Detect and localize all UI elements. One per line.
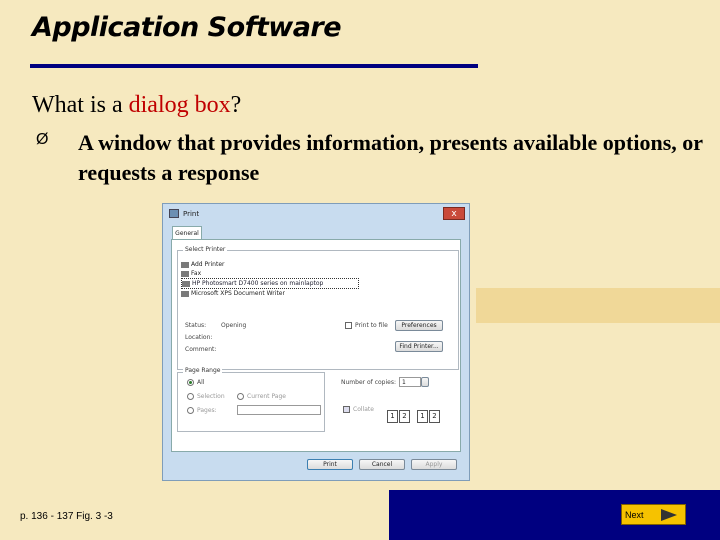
printer-item-selected[interactable]: HP Photosmart D7400 series on mainlaptop [181, 278, 359, 289]
collate-checkbox[interactable] [343, 406, 350, 413]
fax-icon [181, 270, 189, 277]
copies-label: Number of copies: [341, 379, 396, 386]
range-all-label: All [197, 379, 205, 386]
range-selection-label: Selection [197, 393, 225, 400]
collate-icon: 12 [417, 410, 441, 423]
question-highlight: dialog box [128, 92, 231, 118]
question-suffix: ? [230, 92, 242, 118]
print-to-file-label: Print to file [355, 322, 388, 329]
add-printer-icon [181, 261, 189, 268]
printer-item[interactable]: Fax [181, 269, 359, 278]
arrow-right-icon [661, 509, 677, 521]
apply-button[interactable]: Apply [411, 459, 457, 470]
bullet-text: A window that provides information, pres… [78, 130, 703, 185]
next-label: Next [625, 510, 644, 520]
title-underline [30, 64, 478, 68]
decorative-side-bar [476, 288, 720, 323]
print-button[interactable]: Print [307, 459, 353, 470]
status-label: Status: [185, 322, 207, 329]
comment-label: Comment: [185, 346, 217, 353]
printer-item[interactable]: Microsoft XPS Document Writer [181, 289, 359, 298]
preferences-button[interactable]: Preferences [395, 320, 443, 331]
range-pages-radio[interactable] [187, 407, 194, 414]
print-dialog-figure: Print x General Select Printer Add Print… [162, 203, 470, 481]
bullet-arrow-icon: Ø [36, 131, 49, 148]
copies-stepper[interactable] [421, 377, 429, 387]
page-range-label: Page Range [183, 367, 223, 374]
range-selection-radio[interactable] [187, 393, 194, 400]
printer-icon [181, 290, 189, 297]
next-button[interactable]: Next [621, 504, 686, 525]
close-button[interactable]: x [443, 207, 465, 220]
copies-input[interactable]: 1 [399, 377, 421, 387]
printer-icon [182, 280, 190, 287]
print-to-file-checkbox[interactable] [345, 322, 352, 329]
collate-icon: 12 [387, 410, 411, 423]
collate-label: Collate [353, 406, 374, 413]
figure-reference: p. 136 - 137 Fig. 3 -3 [20, 511, 113, 522]
slide-title: Application Software [32, 12, 342, 43]
question-prefix: What is a [32, 92, 129, 118]
cancel-button[interactable]: Cancel [359, 459, 405, 470]
dialog-title: Print [183, 210, 200, 218]
tab-general[interactable]: General [172, 226, 202, 239]
location-label: Location: [185, 334, 213, 341]
range-all-radio[interactable] [187, 379, 194, 386]
status-value: Opening [221, 322, 247, 329]
range-pages-label: Pages: [197, 407, 217, 414]
pages-input[interactable] [237, 405, 321, 415]
dialog-titlebar: Print x [163, 204, 469, 224]
printer-list[interactable]: Add Printer Fax HP Photosmart D7400 seri… [181, 260, 359, 308]
printer-item[interactable]: Add Printer [181, 260, 359, 269]
printer-icon [169, 209, 179, 218]
range-current-radio[interactable] [237, 393, 244, 400]
question-text: What is a dialog box? [32, 92, 241, 119]
select-printer-label: Select Printer [183, 246, 228, 253]
find-printer-button[interactable]: Find Printer... [395, 341, 443, 352]
range-current-label: Current Page [247, 393, 286, 400]
